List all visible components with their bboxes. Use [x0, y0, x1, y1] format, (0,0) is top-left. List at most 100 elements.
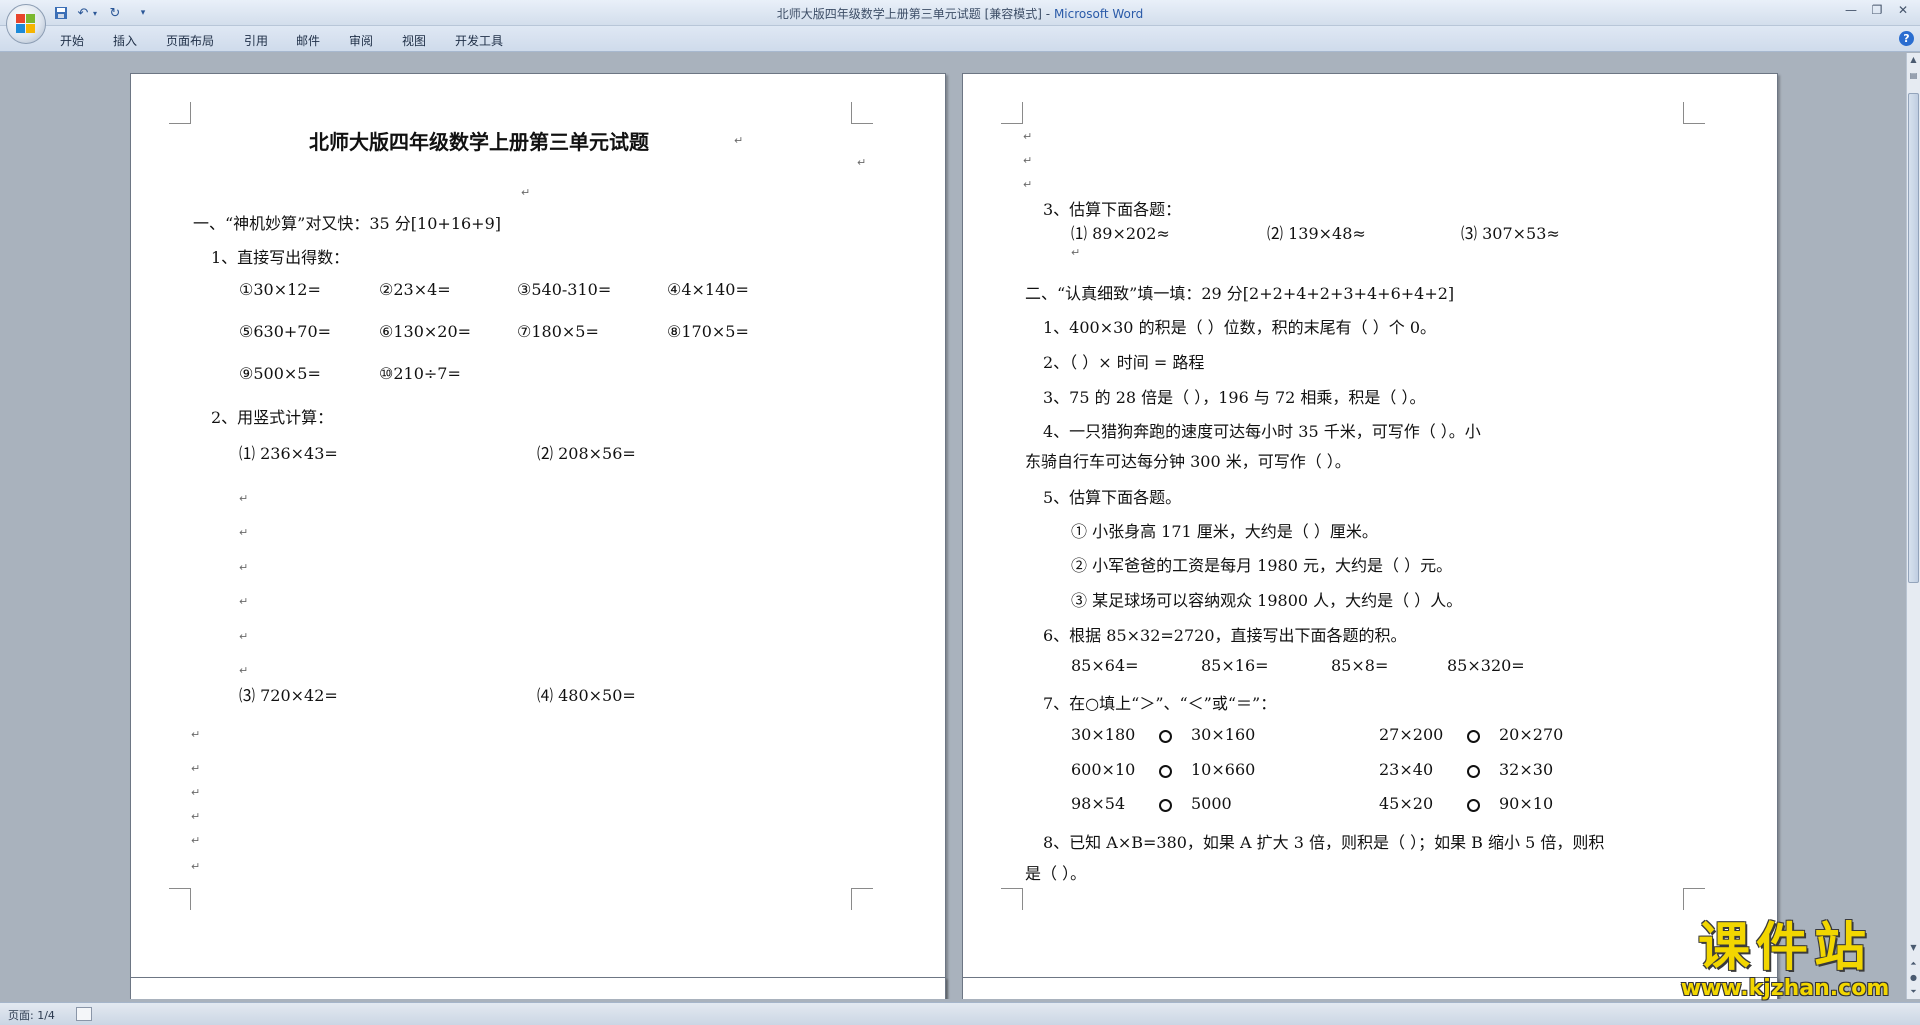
compare-circle	[1467, 796, 1480, 815]
vertical-scrollbar[interactable]: ▲ ▤ ▼ ⏶ ● ⏷	[1906, 53, 1920, 999]
compare-right: 90×10	[1499, 794, 1554, 813]
title-bar: ↶ ▾ ↻ ▾ 北师大版四年级数学上册第三单元试题 [兼容模式] - Micro…	[0, 0, 1920, 44]
margin-mark	[169, 888, 191, 910]
margin-mark	[851, 888, 873, 910]
restore-icon[interactable]: ❐	[1864, 0, 1890, 20]
scroll-up-icon[interactable]: ▲	[1907, 53, 1920, 67]
minimize-icon[interactable]: —	[1838, 0, 1864, 20]
paragraph-mark: ↵	[191, 810, 201, 823]
paragraph-mark: ↵	[191, 762, 201, 775]
office-button[interactable]	[6, 4, 46, 44]
question-heading: 3、估算下面各题：	[1043, 200, 1182, 219]
tab-mailings[interactable]: 邮件	[290, 30, 326, 51]
tab-view[interactable]: 视图	[396, 30, 432, 51]
ruler-toggle-icon[interactable]: ▤	[1907, 69, 1920, 83]
calc-item: ②23×4=	[379, 280, 451, 299]
document-page-1[interactable]: 北师大版四年级数学上册第三单元试题 ↵ ↵ ↵ 一、“神机妙算”对又快：35 分…	[130, 73, 946, 999]
paragraph-mark: ↵	[1071, 246, 1081, 259]
product-item: 85×320=	[1447, 656, 1525, 675]
tab-review[interactable]: 审阅	[343, 30, 379, 51]
margin-mark	[1683, 888, 1705, 910]
scroll-thumb[interactable]	[1908, 93, 1919, 583]
fill-question: 5、估算下面各题。	[1043, 488, 1182, 507]
compare-circle	[1467, 762, 1480, 781]
product-item: 85×16=	[1201, 656, 1269, 675]
compare-left: 27×200	[1379, 725, 1444, 744]
compare-circle	[1159, 762, 1172, 781]
fill-question: 6、根据 85×32=2720，直接写出下面各题的积。	[1043, 626, 1407, 645]
title-separator: -	[1041, 7, 1054, 21]
compare-right: 32×30	[1499, 760, 1554, 779]
app-name: Microsoft Word	[1053, 7, 1144, 21]
status-bar: 页面: 1/4	[0, 1002, 1920, 1025]
paragraph-mark: ↵	[1023, 178, 1033, 191]
compare-left: 45×20	[1379, 794, 1434, 813]
compare-right: 10×660	[1191, 760, 1256, 779]
estimate-item: ⑴ 89×202≈	[1071, 224, 1170, 243]
document-title: 北师大版四年级数学上册第三单元试题 [兼容模式]	[776, 7, 1042, 21]
paragraph-mark: ↵	[1023, 154, 1033, 167]
paragraph-mark: ↵	[191, 860, 201, 873]
paragraph-mark: ↵	[239, 595, 249, 608]
fill-subitem: ③ 某足球场可以容纳观众 19800 人，大约是（ ）人。	[1071, 591, 1463, 610]
paragraph-mark: ↵	[734, 134, 744, 147]
margin-mark	[169, 102, 191, 124]
tab-insert[interactable]: 插入	[107, 30, 143, 51]
compare-circle	[1159, 727, 1172, 746]
tab-developer[interactable]: 开发工具	[449, 30, 509, 51]
paragraph-mark: ↵	[239, 664, 249, 677]
document-page-3[interactable]	[130, 977, 946, 999]
paragraph-mark: ↵	[239, 492, 249, 505]
calc-item: ⑤630+70=	[239, 322, 332, 341]
margin-mark	[1683, 102, 1705, 124]
compare-right: 5000	[1191, 794, 1232, 813]
paragraph-mark: ↵	[191, 786, 201, 799]
calc-item: ⑧170×5=	[667, 322, 749, 341]
calc-item: ⑦180×5=	[517, 322, 599, 341]
margin-mark	[1001, 888, 1023, 910]
compare-left: 23×40	[1379, 760, 1434, 779]
paragraph-mark: ↵	[239, 526, 249, 539]
fill-question: 7、在○填上“＞”、“＜”或“＝”：	[1043, 694, 1277, 713]
document-page-4[interactable]	[962, 977, 1778, 999]
estimate-item: ⑵ 139×48≈	[1267, 224, 1366, 243]
page-indicator[interactable]: 页面: 1/4	[8, 1007, 55, 1023]
compare-right: 30×160	[1191, 725, 1256, 744]
compare-circle	[1467, 727, 1480, 746]
document-workspace[interactable]: 北师大版四年级数学上册第三单元试题 ↵ ↵ ↵ 一、“神机妙算”对又快：35 分…	[0, 53, 1906, 999]
vertical-calc-item: ⑶ 720×42=	[239, 686, 338, 705]
compare-left: 98×54	[1071, 794, 1126, 813]
fill-question: 3、75 的 28 倍是（ ），196 与 72 相乘，积是（ ）。	[1043, 388, 1426, 407]
next-page-icon[interactable]: ⏷	[1907, 985, 1920, 999]
paragraph-mark: ↵	[857, 156, 867, 169]
fill-subitem: ① 小张身高 171 厘米，大约是（ ）厘米。	[1071, 522, 1378, 541]
proofing-icon[interactable]	[76, 1007, 92, 1021]
vertical-calc-item: ⑴ 236×43=	[239, 444, 338, 463]
document-page-2[interactable]: ↵ ↵ ↵ 3、估算下面各题： ⑴ 89×202≈ ⑵ 139×48≈ ⑶ 30…	[962, 73, 1778, 999]
scroll-down-icon[interactable]: ▼	[1907, 941, 1920, 955]
fill-question-continued: 东骑自行车可达每分钟 300 米，可写作（ ）。	[1025, 452, 1351, 471]
paragraph-mark: ↵	[239, 630, 249, 643]
tab-page-layout[interactable]: 页面布局	[160, 30, 220, 51]
compare-left: 30×180	[1071, 725, 1136, 744]
estimate-item: ⑶ 307×53≈	[1461, 224, 1560, 243]
fill-question: 8、已知 A×B=380，如果 A 扩大 3 倍，则积是（ ）；如果 B 缩小 …	[1043, 833, 1605, 852]
select-browse-object-icon[interactable]: ●	[1907, 971, 1920, 985]
margin-mark	[851, 102, 873, 124]
product-item: 85×64=	[1071, 656, 1139, 675]
margin-mark	[1001, 102, 1023, 124]
fill-question: 1、400×30 的积是（ ）位数，积的末尾有（ ）个 0。	[1043, 318, 1437, 337]
tab-home[interactable]: 开始	[54, 30, 90, 51]
calc-item: ⑩210÷7=	[379, 364, 461, 383]
paragraph-mark: ↵	[521, 186, 531, 199]
question-heading: 2、用竖式计算：	[211, 408, 334, 427]
help-icon[interactable]: ?	[1899, 31, 1914, 46]
section-heading: 一、“神机妙算”对又快：35 分[10+16+9]	[193, 214, 502, 233]
close-icon[interactable]: ✕	[1890, 0, 1916, 20]
compare-circle	[1159, 796, 1172, 815]
tab-references[interactable]: 引用	[238, 30, 274, 51]
paragraph-mark: ↵	[191, 728, 201, 741]
calc-item: ⑥130×20=	[379, 322, 472, 341]
prev-page-icon[interactable]: ⏶	[1907, 957, 1920, 971]
compare-right: 20×270	[1499, 725, 1564, 744]
